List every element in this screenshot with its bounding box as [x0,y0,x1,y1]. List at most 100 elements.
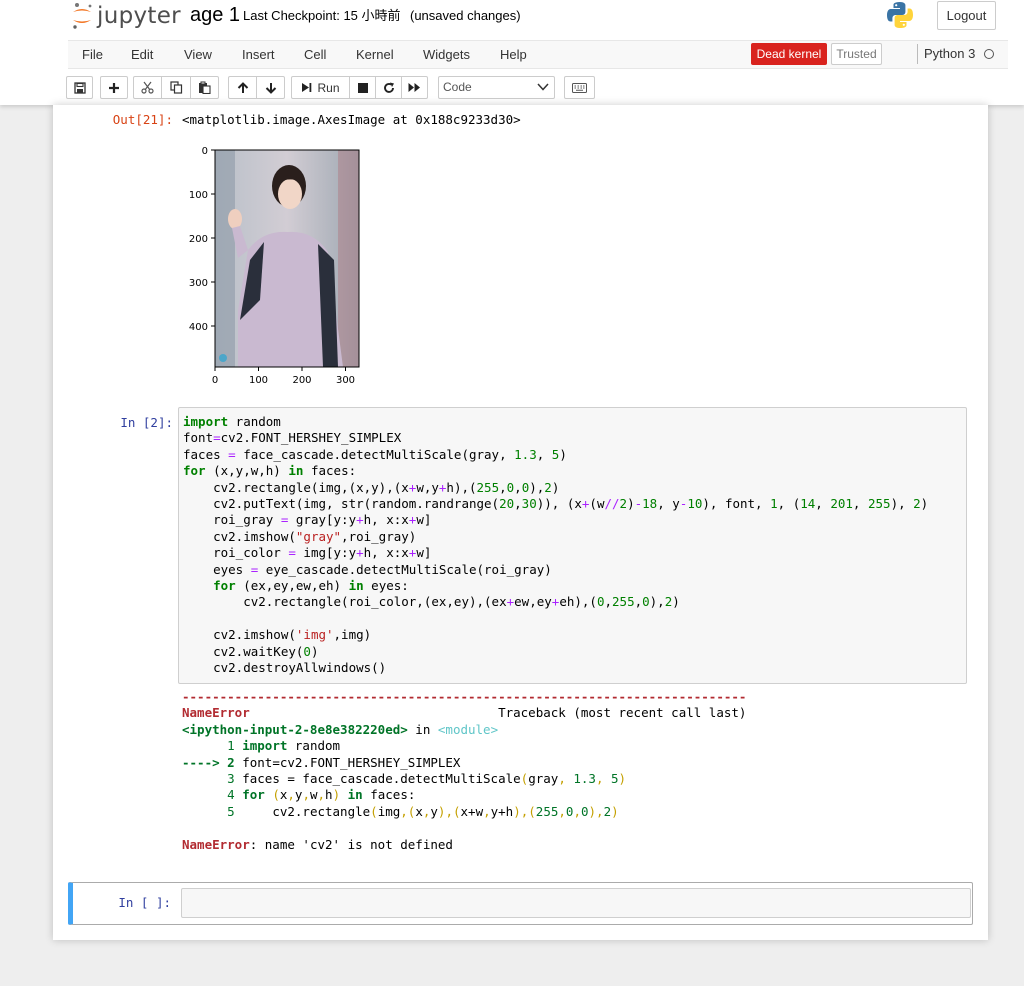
copy-button[interactable] [161,76,191,99]
code-line: cv2.rectangle(roi_color,(ex,ey),(ex+ew,e… [183,594,680,610]
run-button-label: Run [317,80,340,95]
cut-icon [141,81,154,94]
copy-icon [169,81,182,94]
menu-widgets[interactable]: Widgets [423,41,470,69]
stop-icon [357,82,368,93]
jupyter-logo[interactable]: jupyter [70,2,181,30]
toolbar-group-move [228,76,285,99]
interrupt-button[interactable] [349,76,376,99]
menu-edit[interactable]: Edit [131,41,153,69]
plot-image [214,149,360,368]
logout-button[interactable]: Logout [937,1,996,30]
empty-cell-prompt: In [ ]: [118,895,171,910]
code-line: roi_color = img[y:y+h, x:x+w] [183,545,432,561]
code-line: cv2.imshow("gray",roi_gray) [183,528,417,544]
restart-button[interactable] [375,76,402,99]
toolbar-group-edit [133,76,219,99]
code-line: roi_gray = gray[y:y+h, x:x+w] [183,512,432,528]
code-line: cv2.waitKey(0) [183,643,319,659]
restart-run-all-button[interactable] [401,76,428,99]
code-line: import random [183,414,281,429]
toolbar-group-save [66,76,93,99]
kernel-status-indicator-icon [984,49,994,59]
python-logo-icon [885,0,915,33]
y-tick-label: 200 [189,234,208,245]
code-editor[interactable]: import random font=cv2.FONT_HERSHEY_SIMPL… [178,407,967,684]
keyboard-icon [572,82,587,93]
toolbar-group-run: Run [291,76,428,99]
fast-forward-icon [408,83,420,92]
traceback-line: 4 for (x,y,w,h) in faces: [182,787,416,803]
x-tick-label: 300 [336,375,355,386]
header: jupyter age 1 Last Checkpoint: 15 小時前 (u… [0,0,1024,105]
traceback-line: 5 cv2.rectangle(img,(x,y),(x+w,y+h),(255… [182,803,619,819]
x-tick-label: 200 [292,375,311,386]
plot-x-axis: 0 100 200 300 [212,367,355,386]
menu-view[interactable]: View [184,41,212,69]
y-tick-label: 300 [189,278,208,289]
traceback-line: 1 import random [182,738,341,754]
code-line: cv2.destroyAllwindows() [183,660,387,675]
run-button[interactable]: Run [291,76,350,99]
code-line: cv2.putText(img, str(random.randrange(20… [183,496,929,511]
kernel-divider [917,44,918,64]
cell-type-select[interactable]: Code [438,76,555,99]
traceback-line: 3 faces = face_cascade.detectMultiScale(… [182,771,627,786]
save-button[interactable] [66,76,93,99]
cell-type-value: Code [443,80,472,94]
code-line: cv2.rectangle(img,(x,y),(x+w,y+h),(255,0… [183,479,560,495]
y-tick-label: 100 [189,190,208,201]
menu-insert[interactable]: Insert [242,41,275,69]
code-line: for (x,y,w,h) in faces: [183,463,357,479]
toolbar-group-commands [564,76,595,99]
last-checkpoint: Last Checkpoint: 15 小時前 [243,8,401,23]
restart-icon [383,82,394,93]
x-tick-label: 0 [212,375,218,386]
dead-kernel-badge[interactable]: Dead kernel [751,43,827,65]
save-icon [73,81,86,94]
code-line: cv2.imshow('img',img) [183,627,372,643]
image-plot: 0 100 200 300 400 0 100 200 300 [189,146,360,386]
code-line: font=cv2.FONT_HERSHEY_SIMPLEX [183,430,402,446]
plus-icon [109,82,119,93]
cut-button[interactable] [133,76,162,99]
command-palette-button[interactable] [564,76,595,99]
kernel-name: Python 3 [924,46,976,61]
x-tick-label: 100 [249,375,268,386]
traceback-header: NameError Traceback (most recent call la… [182,705,747,721]
empty-code-cell[interactable]: In [ ]: [68,882,973,925]
paste-icon [199,81,211,94]
toolbar-group-insert [100,76,128,99]
arrow-up-icon [237,81,248,93]
menu-kernel[interactable]: Kernel [356,41,394,69]
y-tick-label: 400 [189,322,208,333]
jupyter-logo-icon [73,3,92,29]
traceback-location: <ipython-input-2-8e8e382220ed> in <modul… [182,721,499,737]
insert-cell-button[interactable] [100,76,128,99]
traceback-separator: ----------------------------------------… [182,689,747,704]
code-line: eyes = eye_cascade.detectMultiScale(roi_… [183,561,552,577]
menu-file[interactable]: File [82,41,103,69]
paste-button[interactable] [190,76,219,99]
menu-help[interactable]: Help [500,41,527,69]
plot-y-axis: 0 100 200 300 400 [189,146,215,333]
autosave-status: (unsaved changes) [410,8,521,23]
input-prompt: In [2]: [120,415,173,430]
notebook-name[interactable]: age 1 [190,3,240,27]
move-down-button[interactable] [256,76,285,99]
chevron-down-icon [537,83,549,91]
code-line: faces = face_cascade.detectMultiScale(gr… [183,446,567,462]
trusted-badge[interactable]: Trusted [831,43,882,65]
arrow-down-icon [265,82,276,94]
empty-cell-input[interactable] [181,888,971,918]
step-forward-icon [302,83,312,92]
code-line: for (ex,ey,ew,eh) in eyes: [213,578,409,593]
error-message: NameError: name 'cv2' is not defined [182,836,453,852]
jupyter-logo-text: jupyter [97,3,181,29]
output-prompt: Out[21]: [112,112,173,127]
output-text: <matplotlib.image.AxesImage at 0x188c923… [182,112,521,127]
move-up-button[interactable] [228,76,257,99]
menu-cell[interactable]: Cell [304,41,326,69]
notebook-container: Out[21]: <matplotlib.image.AxesImage at … [53,105,988,940]
y-tick-label: 0 [202,146,208,157]
